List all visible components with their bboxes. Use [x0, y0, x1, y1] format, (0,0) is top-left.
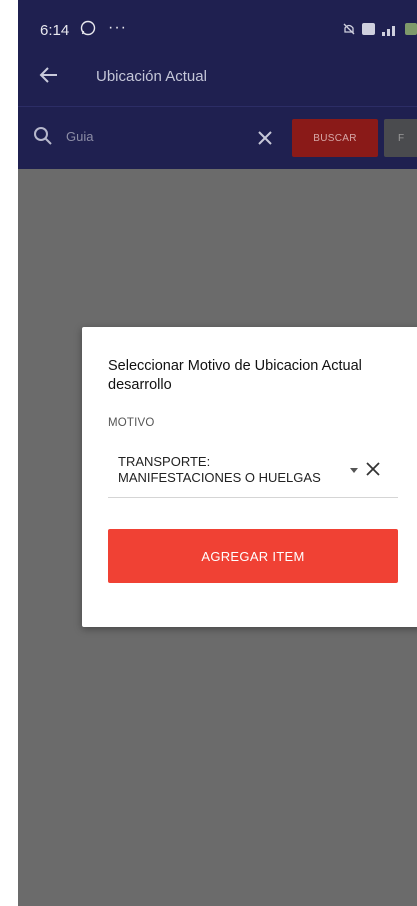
chevron-down-icon[interactable]: [348, 465, 360, 475]
status-time: 6:14: [40, 22, 70, 39]
secondary-action-button[interactable]: F: [384, 119, 417, 157]
agregar-item-button[interactable]: AGREGAR ITEM: [108, 529, 398, 583]
status-bar: 6:14 ···: [18, 0, 417, 44]
muted-bell-icon: [343, 23, 355, 35]
status-dots: ···: [108, 19, 127, 36]
dialog-title: Seleccionar Motivo de Ubicacion Actual d…: [108, 358, 362, 393]
motivo-value-line2: MANIFESTACIONES O HUELGAS: [118, 470, 321, 485]
motivo-select[interactable]: TRANSPORTE: MANIFESTACIONES O HUELGAS: [108, 451, 398, 498]
app-screen: 6:14 ··· Ubicación Actual Guia BUSCAR F …: [18, 0, 417, 906]
motivo-label: MOTIVO: [108, 417, 155, 429]
close-icon[interactable]: [256, 129, 274, 147]
status-icons: [342, 22, 417, 36]
page-title: Ubicación Actual: [96, 68, 207, 85]
buscar-button[interactable]: BUSCAR: [292, 119, 378, 157]
motivo-value-line1: TRANSPORTE:: [118, 454, 211, 469]
search-icon: [34, 127, 52, 145]
arrow-left-icon[interactable]: [38, 64, 60, 86]
battery-icon: [405, 23, 417, 35]
close-icon[interactable]: [364, 460, 382, 478]
search-bar: BUSCAR F: [18, 106, 417, 169]
motivo-dialog: Seleccionar Motivo de Ubicacion Actual d…: [82, 327, 417, 627]
app-bar: Ubicación Actual: [18, 44, 417, 106]
nfc-icon: [362, 23, 375, 35]
motivo-selected-value: TRANSPORTE: MANIFESTACIONES O HUELGAS: [118, 454, 348, 486]
signal-icon: [382, 25, 395, 36]
search-input[interactable]: [66, 123, 226, 149]
whatsapp-icon: [80, 20, 96, 36]
